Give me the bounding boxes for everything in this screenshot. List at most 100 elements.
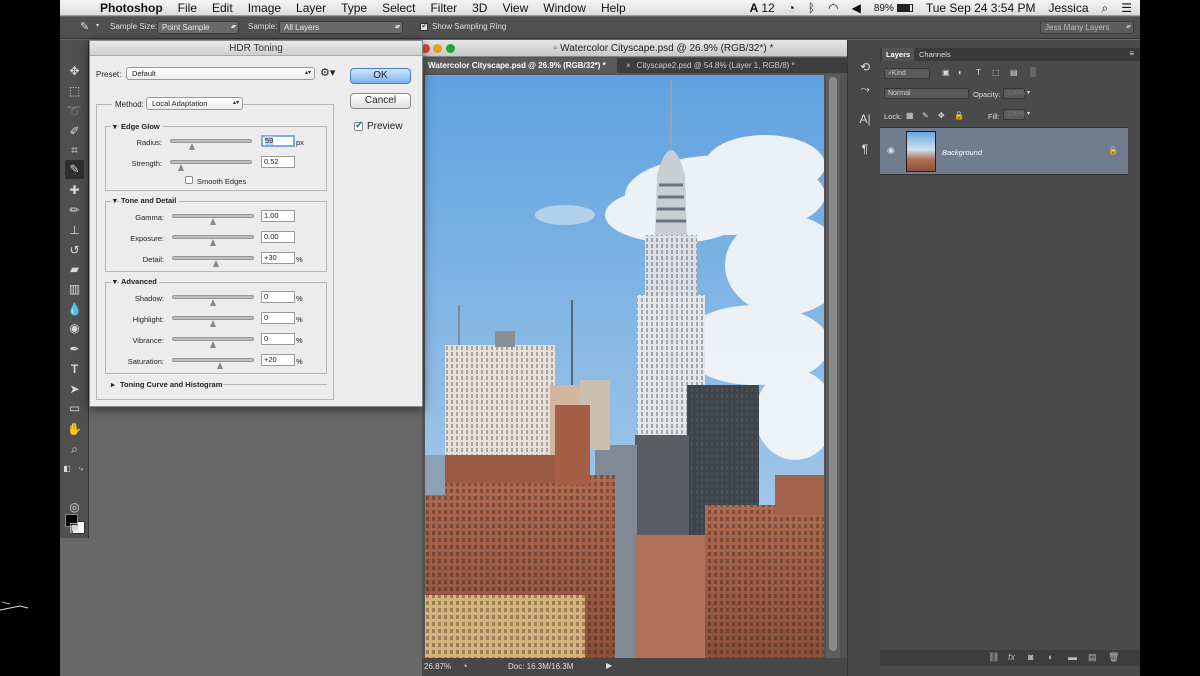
advanced-disclosure-icon[interactable]: ▾: [111, 277, 117, 286]
filter-adjustment-icon[interactable]: ◐: [958, 68, 963, 77]
healing-brush-tool-icon[interactable]: ✚: [65, 181, 84, 200]
zoom-level[interactable]: 26.87%: [424, 662, 451, 671]
clone-stamp-tool-icon[interactable]: ⊥: [65, 221, 84, 240]
quick-selection-tool-icon[interactable]: ✐: [65, 122, 84, 141]
default-colors-icon[interactable]: ◧: [62, 459, 72, 478]
user-name[interactable]: Jessica: [1048, 1, 1088, 15]
add-mask-icon[interactable]: ◙: [1028, 652, 1033, 662]
gradient-tool-icon[interactable]: ▥: [65, 280, 84, 299]
new-layer-icon[interactable]: ▤: [1088, 652, 1097, 663]
history-brush-tool-icon[interactable]: ↺: [65, 241, 84, 260]
wifi-icon[interactable]: ◠: [828, 1, 838, 15]
hand-tool-icon[interactable]: ✋: [65, 420, 84, 439]
layer-row-background[interactable]: ◉ Background 🔒: [880, 127, 1128, 175]
tab-watercolor-cityscape[interactable]: Watercolor Cityscape.psd @ 26.9% (RGB/32…: [422, 58, 617, 73]
type-tool-icon[interactable]: T: [65, 360, 84, 379]
blur-tool-icon[interactable]: 💧: [65, 300, 84, 319]
saturation-slider[interactable]: [172, 358, 254, 362]
menu-window[interactable]: Window: [543, 1, 586, 15]
menu-select[interactable]: Select: [382, 1, 415, 15]
exposure-input[interactable]: 0.00: [261, 231, 295, 243]
workspace-select[interactable]: Jess Many Layers: [1040, 21, 1134, 34]
opacity-input[interactable]: 100%: [1003, 88, 1025, 99]
show-sampling-ring-checkbox[interactable]: [420, 20, 429, 31]
sample-select[interactable]: All Layers: [279, 21, 403, 34]
radius-slider[interactable]: [170, 139, 252, 143]
detail-slider-thumb[interactable]: [213, 260, 220, 268]
lock-all-icon[interactable]: 🔒: [954, 111, 964, 120]
notification-center-icon[interactable]: ☰: [1121, 1, 1132, 15]
document-titlebar[interactable]: ▫ Watercolor Cityscape.psd @ 26.9% (RGB/3…: [421, 40, 905, 57]
filter-toggle-icon[interactable]: [1030, 67, 1036, 77]
fill-input[interactable]: 100%: [1003, 109, 1025, 120]
delete-layer-icon[interactable]: 🗑: [1108, 652, 1119, 663]
status-menu-icon[interactable]: ◔: [462, 661, 467, 671]
spotlight-search-icon[interactable]: ⌕: [1102, 1, 1109, 16]
filter-smartobject-icon[interactable]: ▤: [1010, 68, 1018, 77]
battery-icon[interactable]: [896, 4, 913, 12]
layer-name[interactable]: Background: [942, 148, 982, 157]
tab-channels[interactable]: Channels: [915, 48, 955, 61]
marquee-tool-icon[interactable]: ⬚: [65, 82, 84, 101]
eyedropper-tool-preset-icon[interactable]: ✎: [80, 20, 89, 33]
blend-mode-select[interactable]: Normal: [884, 88, 969, 99]
preset-select[interactable]: Default ▴▾: [126, 67, 315, 80]
tab-close-icon[interactable]: ×: [626, 61, 631, 70]
menu-view[interactable]: View: [502, 1, 528, 15]
exposure-slider-thumb[interactable]: [209, 239, 217, 247]
ok-button[interactable]: OK: [350, 68, 411, 84]
toning-curve-disclosure-icon[interactable]: ▸: [111, 380, 115, 389]
shadow-input[interactable]: 0: [261, 291, 295, 303]
highlight-slider-thumb[interactable]: [209, 320, 217, 328]
zoom-window-icon[interactable]: [446, 44, 455, 53]
menu-edit[interactable]: Edit: [212, 1, 233, 15]
lock-transparent-icon[interactable]: ▦: [906, 111, 914, 120]
lock-image-icon[interactable]: ✎: [922, 111, 929, 120]
canvas-vertical-scrollbar[interactable]: [826, 75, 840, 658]
new-group-icon[interactable]: ▬: [1068, 652, 1077, 662]
vibrance-slider-thumb[interactable]: [209, 341, 217, 349]
new-adjustment-icon[interactable]: ◐: [1048, 652, 1053, 662]
menu-type[interactable]: Type: [341, 1, 367, 15]
smooth-edges-checkbox[interactable]: [185, 176, 193, 184]
shadow-slider-thumb[interactable]: [209, 299, 217, 307]
status-arrow-icon[interactable]: ▶: [606, 661, 612, 670]
eyedropper-tool-icon[interactable]: ✎: [65, 160, 84, 179]
sample-size-select[interactable]: Point Sample: [157, 21, 239, 34]
tone-detail-disclosure-icon[interactable]: ▾: [111, 196, 117, 205]
zoom-tool-icon[interactable]: ⌕: [65, 440, 84, 459]
battery-percent[interactable]: 89%: [874, 3, 894, 14]
minimize-window-icon[interactable]: [433, 44, 442, 53]
dodge-tool-icon[interactable]: ◉: [65, 319, 84, 338]
swap-colors-icon[interactable]: ⤷: [76, 459, 86, 478]
pen-tool-icon[interactable]: ✒: [65, 340, 84, 359]
radius-slider-thumb[interactable]: [188, 143, 196, 151]
quick-mask-icon[interactable]: ◎: [65, 498, 84, 517]
menu-filter[interactable]: Filter: [430, 1, 457, 15]
fill-dropdown-icon[interactable]: ▾: [1027, 110, 1030, 117]
bluetooth-icon[interactable]: ᛒ: [808, 1, 815, 15]
character-panel-icon[interactable]: A|: [856, 110, 874, 128]
volume-icon[interactable]: ◀: [852, 1, 861, 15]
adobe-icon[interactable]: A: [750, 1, 759, 15]
image-canvas[interactable]: [425, 75, 824, 658]
screen-mode-icon[interactable]: ▣: [65, 518, 84, 537]
menu-app-name[interactable]: Photoshop: [100, 1, 163, 15]
strength-input[interactable]: 0.52: [261, 156, 295, 168]
datetime[interactable]: Tue Sep 24 3:54 PM: [926, 1, 1036, 15]
filter-pixel-icon[interactable]: ▣: [942, 68, 950, 77]
tab-layers[interactable]: Layers: [882, 48, 915, 61]
shape-tool-icon[interactable]: ▭: [65, 399, 84, 418]
layer-thumbnail[interactable]: [906, 131, 936, 172]
saturation-slider-thumb[interactable]: [217, 362, 224, 370]
paragraph-panel-icon[interactable]: ¶: [856, 140, 874, 158]
toning-curve-title[interactable]: Toning Curve and Histogram: [120, 380, 222, 389]
panel-menu-icon[interactable]: ≡: [1129, 49, 1134, 58]
move-tool-icon[interactable]: ✥: [65, 62, 84, 81]
detail-input[interactable]: +30: [261, 252, 295, 264]
gamma-input[interactable]: 1.00: [261, 210, 295, 222]
filter-kind-select[interactable]: ⌕Kind: [884, 68, 930, 79]
time-machine-icon[interactable]: ◔: [788, 1, 795, 15]
layer-visibility-eye-icon[interactable]: ◉: [887, 145, 895, 156]
preview-checkbox[interactable]: [354, 120, 363, 131]
